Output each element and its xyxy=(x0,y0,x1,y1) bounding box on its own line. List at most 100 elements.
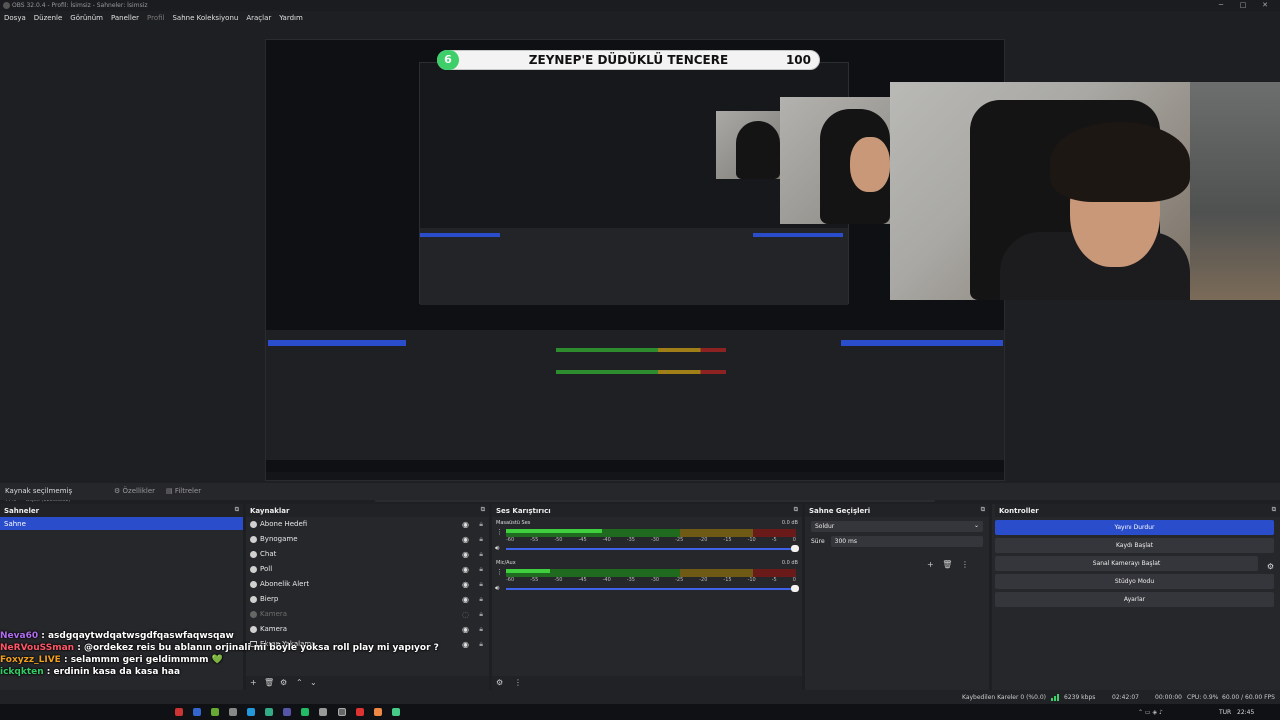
meter-tick-label: -10 xyxy=(747,537,756,543)
visibility-icon[interactable]: ◉ xyxy=(462,625,469,634)
tray-icons[interactable]: ⌃ ▭ ◈ ♪ xyxy=(1138,709,1163,716)
app-icon[interactable] xyxy=(211,708,219,716)
mixer-channel-desktop: Masaüstü Ses 0.0 dB ⋮ -60 -55 -50 -45 -40 -35… xyxy=(495,520,799,553)
scene-item[interactable]: Sahne xyxy=(0,517,243,530)
meter-tick-label: -55 xyxy=(530,537,539,543)
clock[interactable]: 22:45 xyxy=(1237,709,1254,716)
mixer-channel-mic: Mic/Aux 0.0 dB ⋮ -60 -55 -50 -45 -40 -35 -30 -2… xyxy=(495,560,799,593)
close-button[interactable]: ✕ xyxy=(1254,0,1276,11)
app-icon[interactable] xyxy=(319,708,327,716)
lock-icon[interactable]: 🔒︎ xyxy=(479,595,483,604)
volume-slider[interactable] xyxy=(506,548,796,550)
lock-icon[interactable]: 🔒︎ xyxy=(479,625,483,634)
transition-select[interactable]: Soldur ⌄ xyxy=(811,521,983,532)
minimize-button[interactable]: ─ xyxy=(1210,0,1232,11)
dock-pin-icon[interactable]: ⧉ xyxy=(235,506,239,514)
move-up-button[interactable]: ⌃ xyxy=(296,678,303,687)
visibility-icon[interactable]: ◉ xyxy=(462,565,469,574)
visibility-icon[interactable]: ◉ xyxy=(462,520,469,529)
move-down-button[interactable]: ⌄ xyxy=(310,678,317,687)
app-icon[interactable] xyxy=(175,708,183,716)
maximize-button[interactable]: □ xyxy=(1232,0,1254,11)
app-icon[interactable] xyxy=(374,708,382,716)
scenes-title: Sahneler xyxy=(4,507,40,515)
input-language[interactable]: TUR xyxy=(1219,709,1231,716)
studio-mode-button[interactable]: Stüdyo Modu xyxy=(995,574,1274,589)
volume-knob[interactable] xyxy=(791,545,799,552)
meter-tick-label: -60 xyxy=(506,577,515,583)
dock-pin-icon[interactable]: ⧉ xyxy=(1272,506,1276,514)
duration-input[interactable]: 300 ms xyxy=(830,536,983,547)
volume-knob[interactable] xyxy=(791,585,799,592)
menu-file[interactable]: Dosya xyxy=(0,11,30,25)
title-bar: OBS 32.0.4 - Profil: İsimsiz - Sahneler:… xyxy=(0,0,1280,11)
lock-icon[interactable]: 🔒︎ xyxy=(479,520,483,529)
source-item[interactable]: Kamera ◌ 🔒︎ xyxy=(246,607,489,622)
menu-docks[interactable]: Paneller xyxy=(107,11,143,25)
dock-pin-icon[interactable]: ⧉ xyxy=(981,506,985,514)
settings-button[interactable]: Ayarlar xyxy=(995,592,1274,607)
app-icon[interactable] xyxy=(301,708,309,716)
remove-source-button[interactable]: 🗑︎ xyxy=(264,678,274,687)
stop-streaming-button[interactable]: Yayını Durdur xyxy=(995,520,1274,535)
visibility-icon[interactable]: ◉ xyxy=(462,535,469,544)
lock-icon[interactable]: 🔒︎ xyxy=(479,535,483,544)
app-icon[interactable] xyxy=(193,708,201,716)
lock-icon[interactable]: 🔒︎ xyxy=(479,565,483,574)
filters-button[interactable]: ▤ Filtreler xyxy=(166,487,201,495)
gear-icon[interactable]: ⚙ xyxy=(1267,562,1274,571)
lock-icon[interactable]: 🔒︎ xyxy=(479,550,483,559)
app-icon[interactable] xyxy=(392,708,400,716)
menu-view[interactable]: Görünüm xyxy=(66,11,107,25)
sources-dock: Kaynaklar ⧉ Abone Hedefi ◉ 🔒︎ Bynogame ◉ 🔒︎ C… xyxy=(246,504,489,690)
app-icon[interactable] xyxy=(265,708,273,716)
obs-taskbar-icon[interactable] xyxy=(338,708,346,716)
app-icon[interactable] xyxy=(247,708,255,716)
dock-pin-icon[interactable]: ⧉ xyxy=(481,506,485,514)
source-item[interactable]: Abonelik Alert ◉ 🔒︎ xyxy=(246,577,489,592)
start-recording-button[interactable]: Kaydı Başlat xyxy=(995,538,1274,553)
visibility-off-icon[interactable]: ◌ xyxy=(462,610,469,619)
lock-icon[interactable]: 🔒︎ xyxy=(479,640,483,649)
volume-slider[interactable] xyxy=(506,588,796,590)
add-transition-icon[interactable]: + xyxy=(927,560,934,569)
source-properties-button[interactable]: ⚙ xyxy=(280,678,287,687)
app-icon[interactable] xyxy=(229,708,237,716)
dock-pin-icon[interactable]: ⧉ xyxy=(794,506,798,514)
mixer-advanced-icon[interactable]: ⚙ xyxy=(496,678,503,687)
menu-help[interactable]: Yardım xyxy=(275,11,307,25)
menu-profile[interactable]: Profil xyxy=(143,11,168,25)
source-item[interactable]: Bynogame ◉ 🔒︎ xyxy=(246,532,489,547)
visibility-icon[interactable]: ◉ xyxy=(462,595,469,604)
remove-transition-icon[interactable]: 🗑︎ xyxy=(942,560,952,569)
preview-area[interactable]: 6 ZEYNEP'E DÜDÜKLÜ TENCERE 100 Neva60 : … xyxy=(0,25,1280,503)
transition-menu-icon[interactable]: ⋮ xyxy=(961,560,969,569)
speaker-icon[interactable]: 🔊︎ xyxy=(495,544,499,553)
channel-menu-icon[interactable]: ⋮ xyxy=(496,528,503,536)
lock-icon[interactable]: 🔒︎ xyxy=(479,610,483,619)
source-item[interactable]: Poll ◉ 🔒︎ xyxy=(246,562,489,577)
properties-button[interactable]: ⚙ Özellikler xyxy=(114,487,155,495)
speaker-icon[interactable]: 🔊︎ xyxy=(495,584,499,593)
source-item[interactable]: Chat ◉ 🔒︎ xyxy=(246,547,489,562)
chat-message: Neva60 : asdgqaytwdqatwsgdfqaswfaqwsqaw xyxy=(0,631,234,641)
menu-scene-collection[interactable]: Sahne Koleksiyonu xyxy=(168,11,242,25)
lock-icon[interactable]: 🔒︎ xyxy=(479,580,483,589)
start-virtual-camera-button[interactable]: Sanal Kamerayı Başlat xyxy=(995,556,1258,571)
mixer-menu-icon[interactable]: ⋮ xyxy=(514,678,522,687)
menu-edit[interactable]: Düzenle xyxy=(30,11,67,25)
add-source-button[interactable]: + xyxy=(250,678,257,687)
duration-row: Süre 300 ms xyxy=(811,536,983,547)
menu-tools[interactable]: Araçlar xyxy=(242,11,275,25)
visibility-icon[interactable]: ◉ xyxy=(462,550,469,559)
source-icon xyxy=(250,521,257,528)
visibility-icon[interactable]: ◉ xyxy=(462,580,469,589)
app-icon[interactable] xyxy=(356,708,364,716)
source-item[interactable]: Bierp ◉ 🔒︎ xyxy=(246,592,489,607)
transitions-dock: Sahne Geçişleri ⧉ Soldur ⌄ Süre 300 ms + 🗑… xyxy=(805,504,989,690)
channel-menu-icon[interactable]: ⋮ xyxy=(496,568,503,576)
app-icon[interactable] xyxy=(283,708,291,716)
visibility-icon[interactable]: ◉ xyxy=(462,640,469,649)
source-item[interactable]: Kamera ◉ 🔒︎ xyxy=(246,622,489,637)
source-item[interactable]: Abone Hedefi ◉ 🔒︎ xyxy=(246,517,489,532)
